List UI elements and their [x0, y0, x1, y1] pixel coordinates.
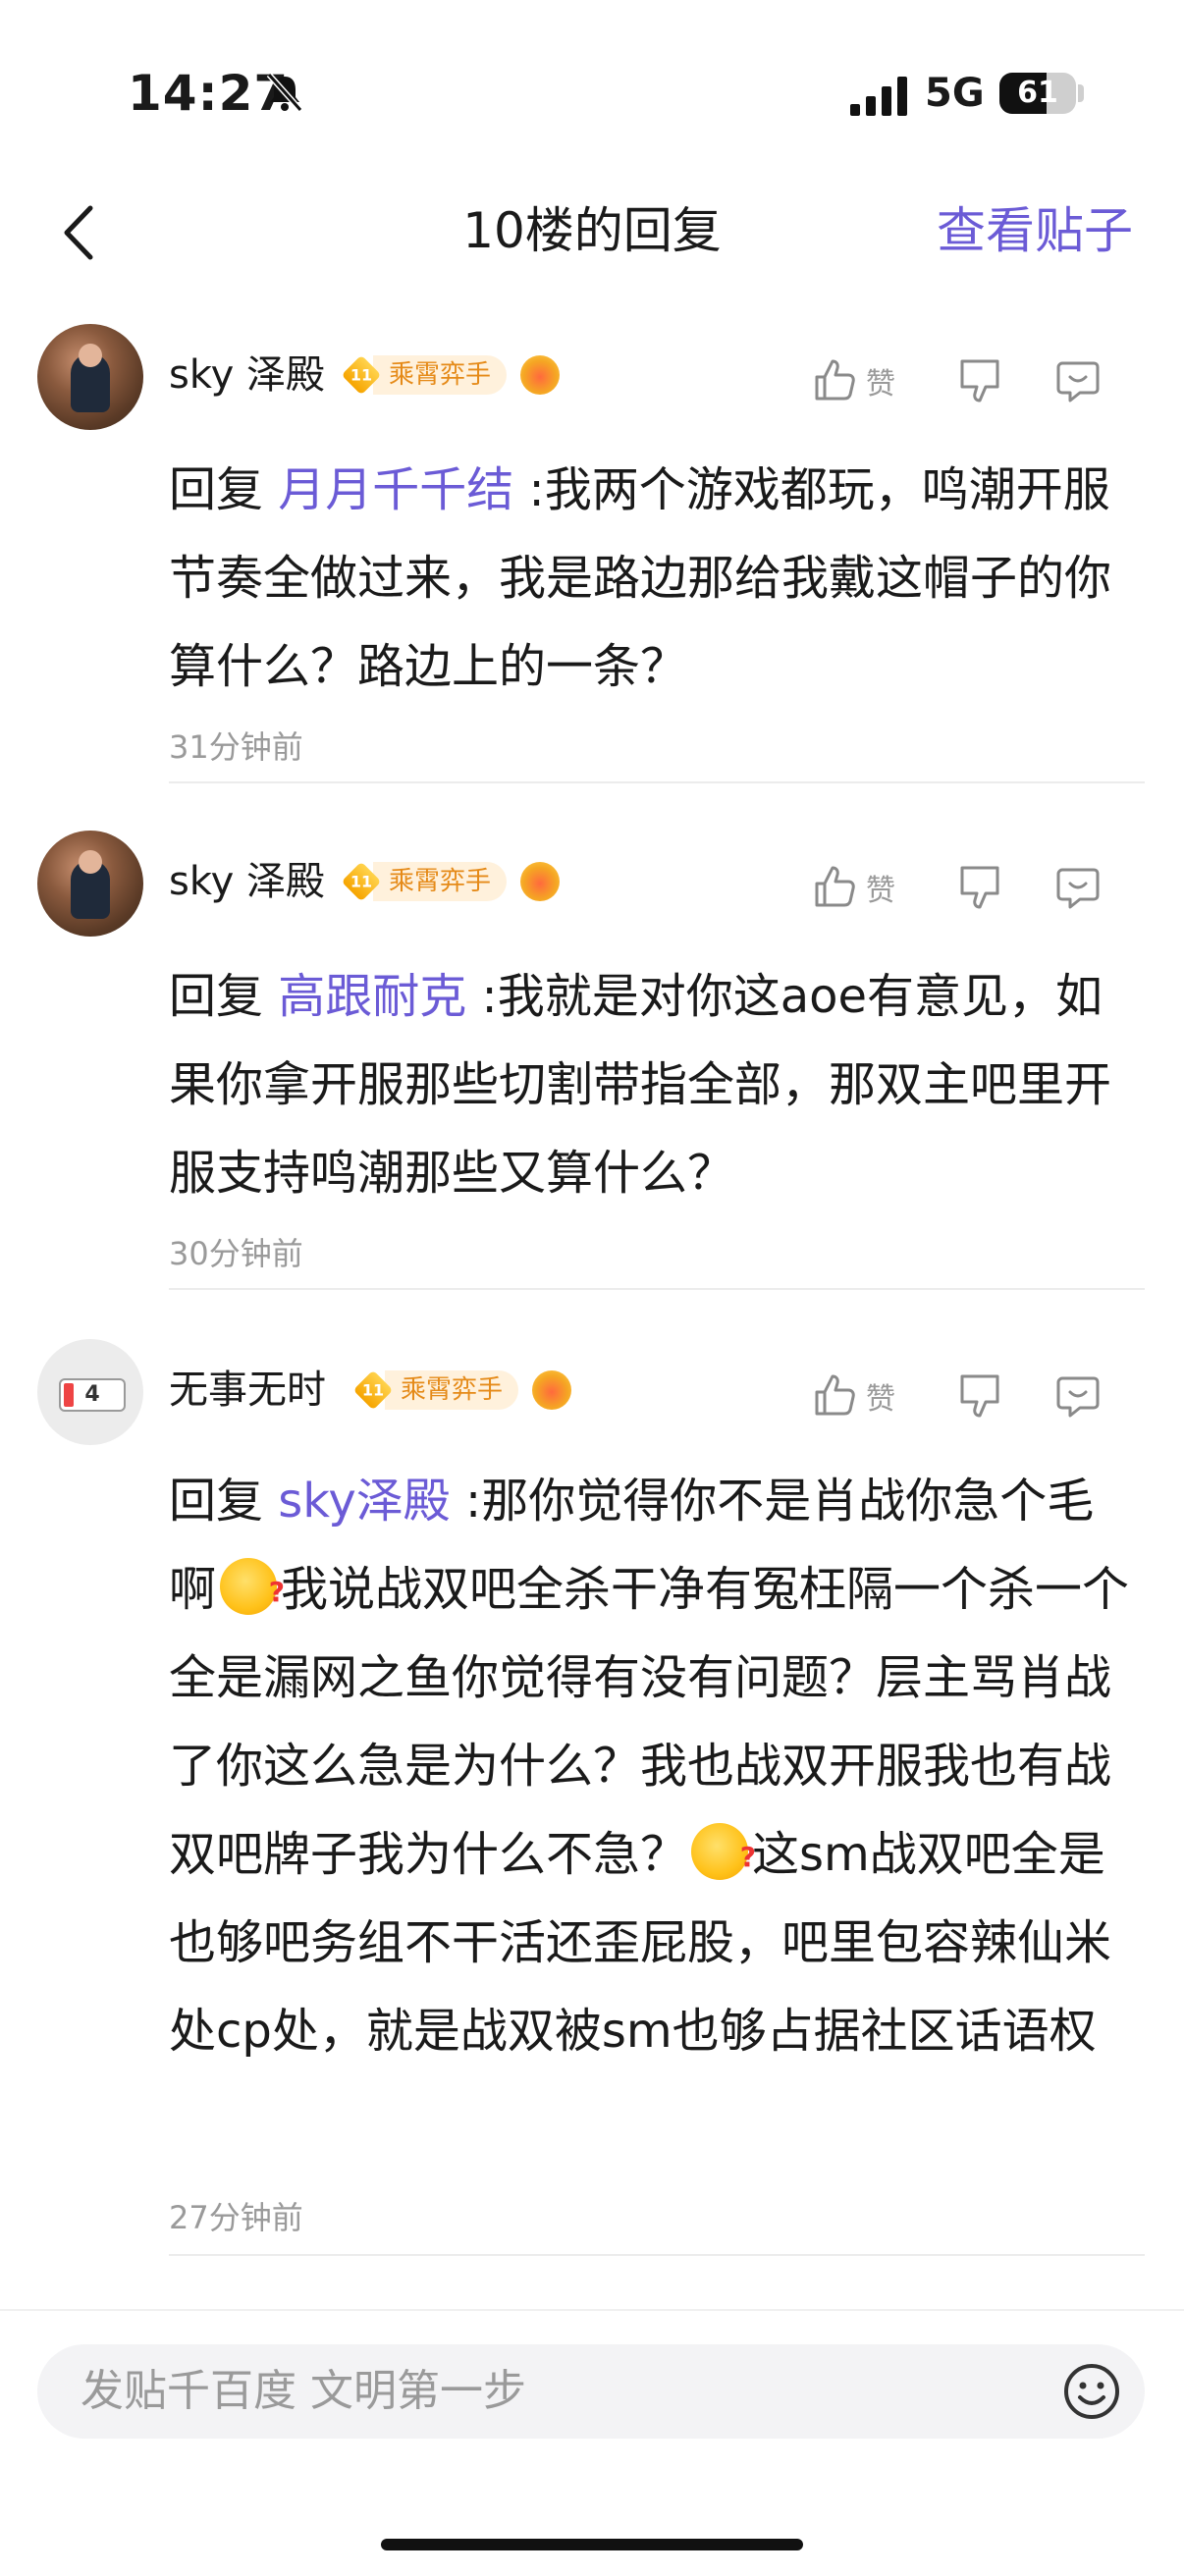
- like-button[interactable]: 赞: [811, 1367, 895, 1425]
- mention-link[interactable]: 高跟耐克: [278, 969, 466, 1024]
- reply-input[interactable]: 发贴千百度 文明第一步: [37, 2344, 1145, 2439]
- avatar[interactable]: 4: [37, 1339, 143, 1445]
- divider: [169, 2254, 1145, 2256]
- signal-icon: [850, 77, 907, 116]
- silent-bell-icon: [266, 73, 303, 112]
- reply-time: 27分钟前: [169, 2199, 303, 2236]
- mention-link[interactable]: 月月千千结: [278, 462, 513, 517]
- level-badge: 11 乘霄弈手: [341, 858, 561, 905]
- comment-icon[interactable]: [1054, 864, 1102, 911]
- battery-level: 61: [1017, 76, 1058, 110]
- username[interactable]: sky 泽殿: [169, 852, 325, 911]
- thumbs-down-icon[interactable]: [956, 357, 1003, 404]
- avatar[interactable]: [37, 831, 143, 937]
- battery-icon: 61: [999, 73, 1076, 114]
- avatar-badge: 4: [59, 1378, 126, 1412]
- avatar[interactable]: [37, 324, 143, 430]
- battery-tip: [1078, 84, 1084, 102]
- like-label: 赞: [866, 1382, 895, 1417]
- thumbs-down-icon[interactable]: [956, 864, 1003, 911]
- diamond-level-icon: 11: [352, 1369, 394, 1411]
- network-type: 5G: [925, 71, 985, 116]
- reply-actions: 赞: [811, 351, 1184, 410]
- thumbs-down-icon[interactable]: [956, 1372, 1003, 1420]
- emoji-icon[interactable]: [1062, 2362, 1121, 2421]
- reply-text: 回复 月月千千结 :我两个游戏都玩，鸣潮开服节奏全做过来，我是路边那给我戴这帽子…: [169, 446, 1141, 711]
- like-label: 赞: [866, 367, 895, 402]
- reply-text: 回复 sky泽殿 :那你觉得你不是肖战你急个毛啊我说战双吧全杀干净有冤枉隔一个杀…: [169, 1457, 1141, 2075]
- reply-text: 回复 高跟耐克 :我就是对你这aoe有意见，如果你拿开服那些切割带指全部，那双主…: [169, 952, 1141, 1217]
- username[interactable]: 无事无时: [169, 1361, 326, 1420]
- avatar-head: [79, 850, 102, 874]
- thumbs-up-icon: [815, 359, 855, 401]
- view-post-link[interactable]: 查看贴子: [937, 196, 1133, 265]
- reply-prefix: 回复: [169, 969, 279, 1024]
- reply-prefix: 回复: [169, 1474, 279, 1529]
- thumbs-up-icon: [815, 866, 855, 907]
- diamond-level-icon: 11: [341, 861, 382, 902]
- level-badge: 11 乘霄弈手: [352, 1367, 572, 1414]
- diamond-level-icon: 11: [341, 354, 382, 396]
- nav-header: 10楼的回复 查看贴子: [0, 167, 1184, 295]
- avatar-head: [79, 344, 102, 367]
- thumbs-up-icon: [815, 1374, 855, 1416]
- game-badge-icon: [532, 1370, 572, 1410]
- reply-time: 30分钟前: [169, 1235, 303, 1272]
- status-bar: 14:27 5G 61: [0, 0, 1184, 147]
- title-tag: 乘霄弈手: [385, 1370, 519, 1410]
- reply-input-placeholder: 发贴千百度 文明第一步: [81, 2366, 526, 2416]
- comment-icon[interactable]: [1054, 357, 1102, 404]
- like-label: 赞: [866, 874, 895, 908]
- reply-actions: 赞: [811, 858, 1184, 917]
- level-badge: 11 乘霄弈手: [341, 351, 561, 399]
- title-tag: 乘霄弈手: [373, 862, 508, 901]
- like-button[interactable]: 赞: [811, 858, 895, 917]
- divider: [169, 781, 1145, 783]
- game-badge-icon: [520, 862, 561, 901]
- reply-time: 31分钟前: [169, 728, 303, 766]
- reply-actions: 赞: [811, 1367, 1184, 1425]
- divider: [169, 1288, 1145, 1290]
- mention-link[interactable]: sky泽殿: [278, 1474, 451, 1529]
- reply-prefix: 回复: [169, 462, 279, 517]
- thinking-emoji-icon: [220, 1548, 285, 1637]
- like-button[interactable]: 赞: [811, 351, 895, 410]
- game-badge-icon: [520, 355, 561, 395]
- title-tag: 乘霄弈手: [373, 355, 508, 395]
- bottom-bar: 发贴千百度 文明第一步: [0, 2309, 1184, 2576]
- thinking-emoji-icon: [691, 1813, 756, 1902]
- comment-icon[interactable]: [1054, 1372, 1102, 1420]
- username[interactable]: sky 泽殿: [169, 346, 325, 404]
- home-indicator: [381, 2539, 803, 2550]
